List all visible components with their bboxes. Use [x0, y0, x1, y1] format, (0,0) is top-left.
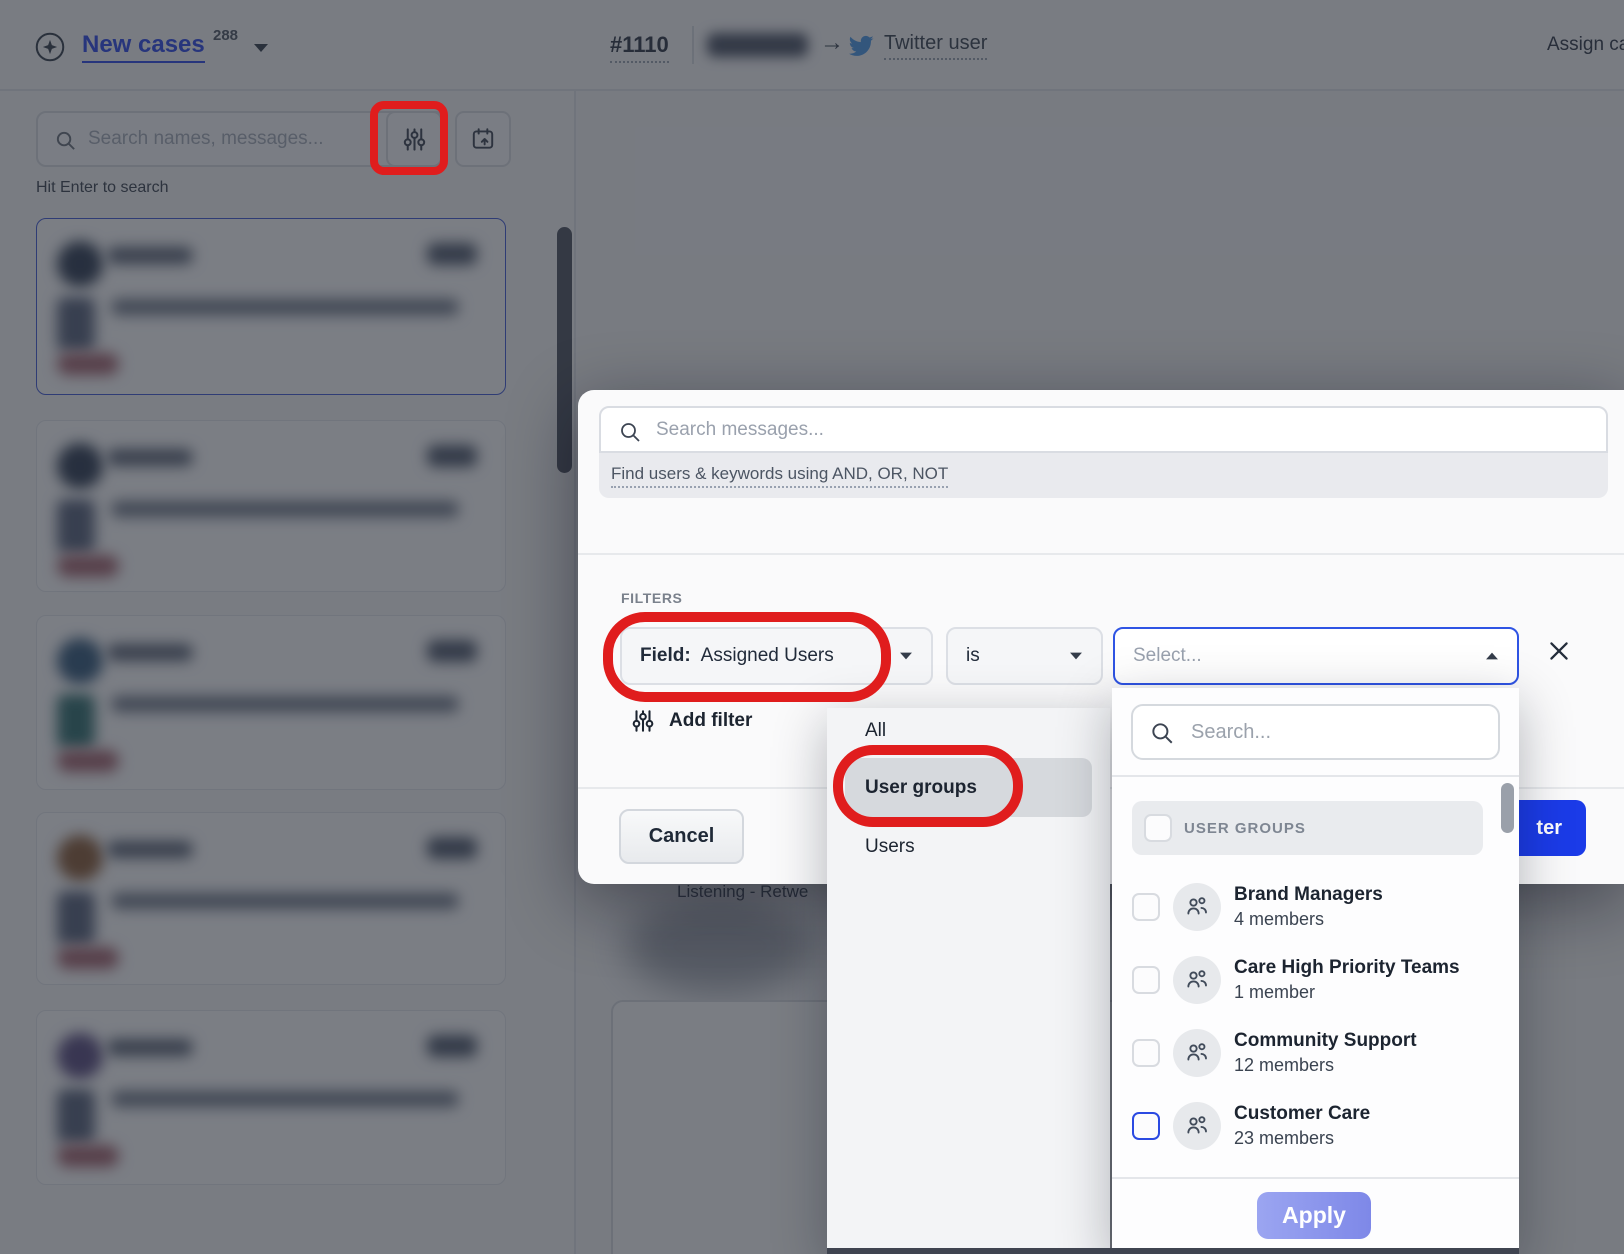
group-list: USER GROUPS Brand Managers 4 members Car… [1112, 775, 1519, 1177]
chevron-down-icon [900, 653, 912, 660]
field-label: Field: [640, 645, 691, 667]
group-header-label: USER GROUPS [1184, 820, 1306, 837]
filters-section-label: FILTERS [621, 590, 683, 606]
field-value: Assigned Users [701, 645, 834, 667]
sliders-icon [630, 708, 656, 734]
group-checkbox[interactable] [1132, 1039, 1160, 1067]
user-group-icon [1173, 1102, 1221, 1150]
panel-divider [1112, 1177, 1519, 1179]
cancel-button[interactable]: Cancel [619, 809, 744, 864]
group-name: Customer Care [1234, 1103, 1370, 1125]
app-root: New cases 288 #1110 → Twitter user Assig… [0, 0, 1624, 1254]
group-members: 4 members [1234, 909, 1383, 930]
chevron-down-icon [1070, 653, 1082, 660]
menu-item-all[interactable]: All [865, 720, 886, 742]
window-bottom-edge [827, 1248, 1519, 1254]
panel-scrollbar[interactable] [1501, 783, 1514, 833]
select-all-checkbox[interactable] [1144, 814, 1172, 842]
add-filter-button[interactable]: Add filter [630, 708, 752, 734]
apply-button[interactable]: Apply [1257, 1192, 1371, 1239]
add-filter-label: Add filter [669, 710, 752, 732]
group-name: Care High Priority Teams [1234, 957, 1460, 979]
group-members: 23 members [1234, 1128, 1370, 1149]
modal-search-input[interactable] [656, 408, 1416, 451]
value-type-menu: All User groups Users [827, 708, 1110, 1254]
group-name: Brand Managers [1234, 884, 1383, 906]
user-group-icon [1173, 1029, 1221, 1077]
group-members: 1 member [1234, 982, 1460, 1003]
filter-field-dropdown[interactable]: Field: Assigned Users [620, 627, 933, 685]
group-row[interactable]: Customer Care 23 members [1132, 1097, 1502, 1155]
group-checkbox[interactable] [1132, 966, 1160, 994]
chevron-up-icon [1486, 653, 1498, 660]
menu-item-users[interactable]: Users [865, 836, 915, 858]
group-checkbox[interactable] [1132, 893, 1160, 921]
modal-divider [578, 553, 1624, 555]
modal-search-box [599, 406, 1608, 453]
group-header-row: USER GROUPS [1132, 801, 1483, 855]
remove-filter-icon[interactable] [1546, 638, 1572, 664]
value-placeholder: Select... [1133, 645, 1202, 667]
user-group-icon [1173, 956, 1221, 1004]
filter-value-dropdown[interactable]: Select... [1113, 627, 1519, 685]
group-checkbox-focused[interactable] [1132, 1112, 1160, 1140]
group-search-input[interactable] [1191, 706, 1481, 758]
menu-item-user-groups[interactable]: User groups [865, 777, 977, 799]
group-row[interactable]: Brand Managers 4 members [1132, 878, 1502, 936]
group-row[interactable]: Care High Priority Teams 1 member [1132, 951, 1502, 1009]
value-select-panel: USER GROUPS Brand Managers 4 members Car… [1112, 688, 1519, 1254]
group-row[interactable]: Community Support 12 members [1132, 1024, 1502, 1082]
filter-operator-dropdown[interactable]: is [946, 627, 1103, 685]
group-name: Community Support [1234, 1030, 1417, 1052]
search-syntax-hint: Find users & keywords using AND, OR, NOT [599, 453, 1608, 498]
group-search-box [1131, 704, 1500, 760]
user-group-icon [1173, 883, 1221, 931]
group-members: 12 members [1234, 1055, 1417, 1076]
operator-value: is [966, 645, 980, 667]
